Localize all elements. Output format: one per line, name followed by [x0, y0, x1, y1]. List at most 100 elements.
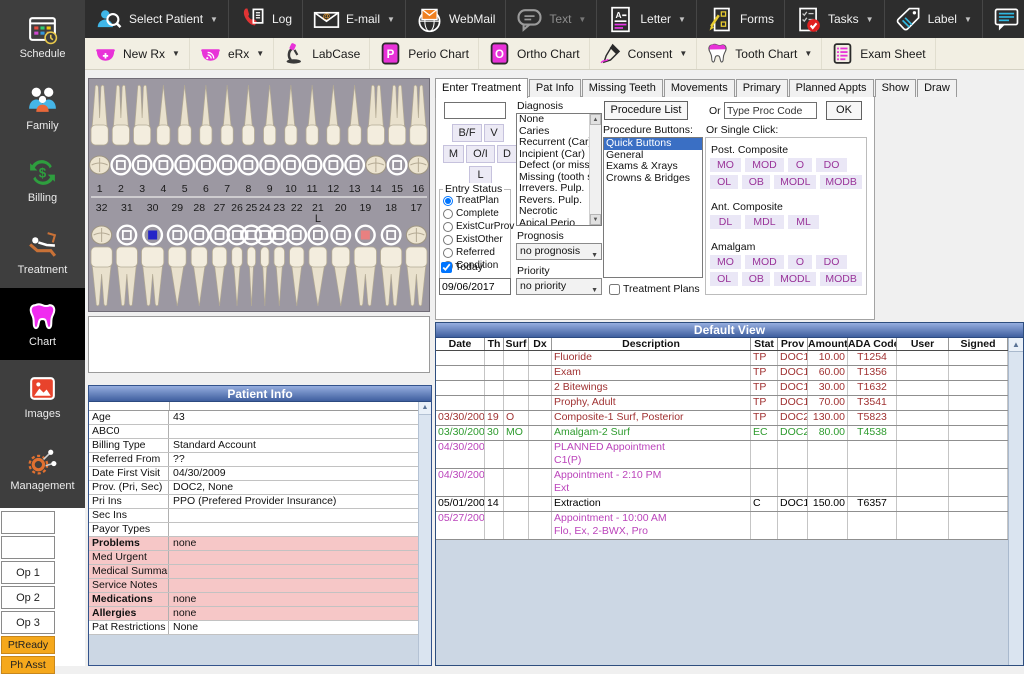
procedure-row[interactable]: ExamTPDOC160.00T1356 — [436, 366, 1008, 381]
procedure-row[interactable]: 03/30/200930MOAmalgam-2 SurfECDOC280.00T… — [436, 426, 1008, 441]
quick-button-post-composite-mod[interactable]: MOD — [745, 158, 784, 172]
entry-status-option-existcurprov[interactable]: ExistCurProv — [440, 220, 510, 233]
tooth-chart-svg[interactable]: 1234567891011121314151632313029282726252… — [89, 79, 429, 309]
sidebar-item-family[interactable]: Family — [0, 72, 85, 144]
procedure-category-option-quick-buttons[interactable]: Quick Buttons — [604, 138, 702, 150]
operatory-button-empty-1[interactable] — [1, 536, 55, 559]
procedure-category-option-crowns-bridges[interactable]: Crowns & Bridges — [604, 173, 702, 185]
dropdown-arrow-icon[interactable]: ▼ — [256, 49, 264, 58]
quick-button-post-composite-o[interactable]: O — [788, 158, 812, 172]
procedure-row[interactable]: 05/01/200914ExtractionCDOC1150.00T6357 — [436, 497, 1008, 512]
progress-notes-scrollbar[interactable]: ▲ — [1008, 338, 1023, 665]
quick-button-amalgam-modl[interactable]: MODL — [774, 272, 816, 286]
scroll-up-icon[interactable]: ▲ — [590, 114, 601, 125]
surface-button-o-i[interactable]: O/I — [466, 145, 495, 163]
quick-button-amalgam-modb[interactable]: MODB — [820, 272, 862, 286]
toolbar-button-exam-sheet[interactable]: Exam Sheet — [822, 38, 935, 69]
procedure-row[interactable]: 04/30/2009PLANNED AppointmentC1(P) — [436, 441, 1008, 469]
toolbar-button-label[interactable]: Label▼ — [885, 0, 983, 38]
procedure-date-input[interactable] — [439, 278, 511, 295]
quick-button-post-composite-modb[interactable]: MODB — [820, 175, 862, 189]
quick-button-ant-composite-mdl[interactable]: MDL — [745, 215, 784, 229]
toolbar-button-popups[interactable]: Popups — [983, 0, 1024, 38]
status-button-ph-asst[interactable]: Ph Asst — [1, 656, 55, 674]
quick-button-amalgam-do[interactable]: DO — [816, 255, 847, 269]
toolbar-button-select-patient[interactable]: Select Patient▼ — [86, 0, 229, 38]
column-header-dx[interactable]: Dx — [529, 338, 552, 350]
quick-button-amalgam-o[interactable]: O — [788, 255, 812, 269]
column-header-signed[interactable]: Signed — [949, 338, 1008, 350]
treatment-plans-checkbox[interactable]: Treatment Plans — [609, 283, 700, 295]
toolbar-button-log[interactable]: Log — [229, 0, 303, 38]
quick-button-ant-composite-dl[interactable]: DL — [710, 215, 741, 229]
column-header-amount[interactable]: Amount — [808, 338, 848, 350]
procedure-row[interactable]: 2 BitewingsTPDOC130.00T1632 — [436, 381, 1008, 396]
sidebar-item-schedule[interactable]: Schedule — [0, 0, 85, 72]
surface-button-v[interactable]: V — [484, 124, 504, 142]
tab-show[interactable]: Show — [875, 79, 917, 97]
treatment-plans-checkbox-input[interactable] — [609, 284, 620, 295]
dropdown-arrow-icon[interactable]: ▼ — [172, 49, 180, 58]
operatory-button-empty-0[interactable] — [1, 511, 55, 534]
diagnosis-listbox[interactable]: NoneCariesRecurrent (Car)Incipient (Car)… — [516, 113, 602, 226]
tab-pat-info[interactable]: Pat Info — [529, 79, 581, 97]
dropdown-arrow-icon[interactable]: ▼ — [387, 15, 395, 24]
toolbar-button-tasks[interactable]: Tasks▼ — [785, 0, 885, 38]
tooth-chart-graphic[interactable]: 1234567891011121314151632313029282726252… — [88, 78, 430, 312]
operatory-button-op-2[interactable]: Op 2 — [1, 586, 55, 609]
procedure-category-option-exams-xrays[interactable]: Exams & Xrays — [604, 161, 702, 173]
operatory-button-op-1[interactable]: Op 1 — [1, 561, 55, 584]
radio-complete[interactable] — [443, 209, 453, 219]
ok-button[interactable]: OK — [826, 101, 862, 120]
radio-existother[interactable] — [443, 235, 453, 245]
toolbar-button-e-mail[interactable]: @E-mail▼ — [303, 0, 406, 38]
tab-planned-appts[interactable]: Planned Appts — [789, 79, 874, 97]
dropdown-arrow-icon[interactable]: ▼ — [866, 15, 874, 24]
tab-movements[interactable]: Movements — [664, 79, 735, 97]
quick-button-post-composite-modl[interactable]: MODL — [774, 175, 816, 189]
status-button-ptready[interactable]: PtReady — [1, 636, 55, 654]
priority-dropdown[interactable]: no priority▼ — [516, 278, 602, 295]
scroll-up-icon[interactable]: ▲ — [1009, 338, 1023, 352]
tab-primary[interactable]: Primary — [736, 79, 788, 97]
column-header-th[interactable]: Th — [485, 338, 504, 350]
scroll-down-icon[interactable]: ▼ — [590, 214, 601, 225]
toolbar-button-ortho-chart[interactable]: OOrtho Chart — [479, 38, 590, 69]
procedure-list-button[interactable]: Procedure List — [604, 101, 688, 120]
patient-info-scrollbar[interactable]: ▲ — [418, 402, 431, 665]
sidebar-item-chart[interactable]: Chart — [0, 288, 85, 360]
surface-button-m[interactable]: M — [443, 145, 464, 163]
tab-draw[interactable]: Draw — [917, 79, 957, 97]
quick-button-amalgam-mo[interactable]: MO — [710, 255, 741, 269]
quick-button-amalgam-ol[interactable]: OL — [710, 272, 738, 286]
procedure-row[interactable]: 04/30/2009Appointment - 2:10 PMExt — [436, 469, 1008, 497]
surface-button-l[interactable]: L — [469, 166, 492, 184]
toolbar-button-forms[interactable]: Forms — [697, 0, 785, 38]
column-header-ada-code[interactable]: ADA Code — [848, 338, 897, 350]
toolbar-button-text[interactable]: Text▼ — [506, 0, 597, 38]
radio-referred[interactable] — [443, 248, 453, 258]
prognosis-dropdown[interactable]: no prognosis▼ — [516, 243, 602, 260]
quick-button-post-composite-mo[interactable]: MO — [710, 158, 741, 172]
sidebar-item-treatment[interactable]: Treatment — [0, 216, 85, 288]
listbox-scrollbar[interactable]: ▲▼ — [589, 114, 601, 225]
surface-button-b-f[interactable]: B/F — [452, 124, 482, 142]
column-header-user[interactable]: User — [897, 338, 949, 350]
dropdown-arrow-icon[interactable]: ▼ — [964, 15, 972, 24]
scroll-up-icon[interactable]: ▲ — [419, 402, 431, 415]
radio-existcurprov[interactable] — [443, 222, 453, 232]
toolbar-button-perio-chart[interactable]: PPerio Chart — [370, 38, 479, 69]
quick-button-amalgam-ob[interactable]: OB — [742, 272, 770, 286]
quick-button-amalgam-mod[interactable]: MOD — [745, 255, 784, 269]
sidebar-item-management[interactable]: Management — [0, 432, 85, 504]
proc-code-input[interactable] — [724, 102, 817, 119]
procedure-row[interactable]: FluorideTPDOC110.00T1254 — [436, 351, 1008, 366]
toolbar-button-consent[interactable]: Consent▼ — [590, 38, 698, 69]
radio-treatplan[interactable] — [443, 196, 453, 206]
entry-status-option-treatplan[interactable]: TreatPlan — [440, 194, 510, 207]
dropdown-arrow-icon[interactable]: ▼ — [679, 49, 687, 58]
column-header-surf[interactable]: Surf — [504, 338, 529, 350]
column-header-prov[interactable]: Prov — [778, 338, 808, 350]
column-header-stat[interactable]: Stat — [751, 338, 778, 350]
dropdown-arrow-icon[interactable]: ▼ — [804, 49, 812, 58]
